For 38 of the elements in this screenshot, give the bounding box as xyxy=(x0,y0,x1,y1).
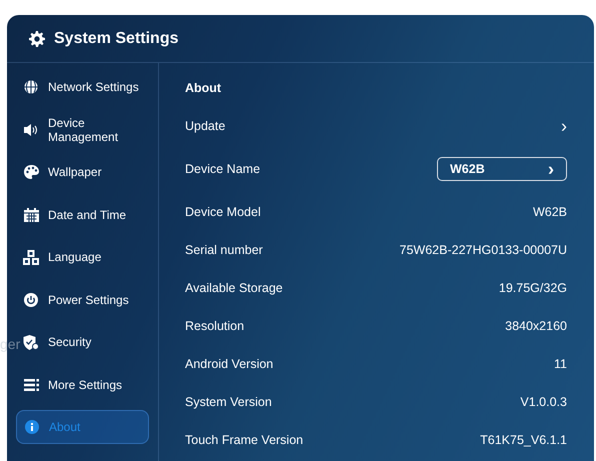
speaker-icon xyxy=(23,122,39,137)
palette-icon xyxy=(24,165,38,180)
sidebar-item[interactable]: Security xyxy=(22,321,149,364)
list-icon xyxy=(24,378,38,391)
setting-value: 75W62B-227HG0133-00007U xyxy=(400,243,567,257)
setting-label: Available Storage xyxy=(185,281,283,295)
setting-value: 19.75G/32G xyxy=(498,281,567,295)
globe-icon xyxy=(24,80,38,94)
calendar-icon xyxy=(24,208,38,222)
setting-value: T61K75_V6.1.1 xyxy=(480,433,567,447)
shield-icon xyxy=(23,334,39,350)
section-heading: About xyxy=(185,81,222,95)
setting-label: Serial number xyxy=(185,243,263,257)
sidebar-item[interactable]: More Settings xyxy=(22,364,149,406)
info-icon xyxy=(25,420,39,434)
setting-label: Touch Frame Version xyxy=(185,433,304,447)
window-title: System Settings xyxy=(54,30,178,48)
sidebar-item[interactable]: Device Management xyxy=(22,108,149,151)
sidebar-item[interactable]: Power Settings xyxy=(22,278,149,321)
setting-label: Device Name xyxy=(185,162,260,176)
setting-label: Android Version xyxy=(185,357,274,371)
sidebar-item[interactable]: Language xyxy=(22,236,149,278)
chevron-icon[interactable]: › xyxy=(561,117,567,135)
setting-value: 11 xyxy=(554,357,567,371)
setting-label: Device Model xyxy=(185,205,261,219)
sidebar-item[interactable]: Date and Time xyxy=(22,194,149,236)
sidebar-item[interactable]: Network Settings xyxy=(22,66,149,108)
setting-value: W62B xyxy=(532,205,567,219)
setting-value: 3840x2160 xyxy=(505,319,567,333)
sidebar-item[interactable]: Wallpaper xyxy=(22,151,149,194)
setting-label: Resolution xyxy=(185,319,244,333)
setting-label: System Version xyxy=(185,395,272,409)
letter-blocks-icon xyxy=(23,250,39,265)
setting-label: Update xyxy=(185,119,226,133)
device-name-field[interactable]: W62B › xyxy=(437,157,567,181)
setting-value: V1.0.0.3 xyxy=(520,395,567,409)
gear-icon xyxy=(29,30,45,46)
power-icon xyxy=(24,292,38,307)
